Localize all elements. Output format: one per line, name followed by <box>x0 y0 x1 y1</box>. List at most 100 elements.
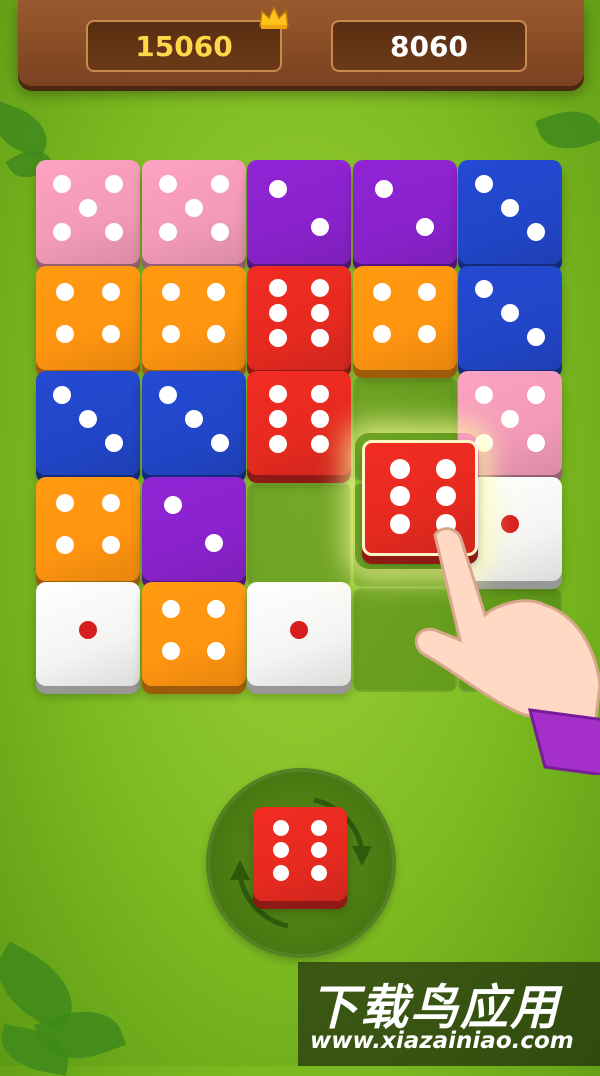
die-pip <box>210 433 229 452</box>
die-pip <box>527 328 545 347</box>
leaf-decoration <box>534 100 600 160</box>
die-pip <box>310 217 329 236</box>
die-pip <box>527 433 545 452</box>
die-pip <box>269 409 288 428</box>
die-pip <box>161 283 180 302</box>
die-pip <box>101 536 120 555</box>
dice-tile[interactable] <box>141 582 246 686</box>
die-pip <box>158 222 177 241</box>
die-pip <box>501 198 519 217</box>
die-pip <box>158 174 177 193</box>
die-pip <box>184 409 203 428</box>
die-pip <box>207 641 226 660</box>
next-dice-tile[interactable] <box>253 807 347 901</box>
die-pip <box>372 283 391 302</box>
die-pip <box>56 325 75 344</box>
dice-tile[interactable] <box>352 160 457 264</box>
dice-tile[interactable] <box>141 160 246 264</box>
dice-tile[interactable] <box>247 582 351 686</box>
die-pip <box>269 384 288 403</box>
die-pip <box>101 494 120 513</box>
die-pip <box>501 409 519 428</box>
die-pip <box>161 325 180 344</box>
die-pip <box>527 222 545 241</box>
die-pip <box>290 620 308 639</box>
dice-tile[interactable] <box>141 265 246 370</box>
die-pip <box>210 174 229 193</box>
die-pip <box>53 222 71 241</box>
die-pip <box>53 174 71 193</box>
dice-tile[interactable] <box>352 265 457 370</box>
die-pip <box>475 280 493 299</box>
die-pip <box>207 599 226 618</box>
dice-tile[interactable] <box>36 160 140 264</box>
die-pip <box>501 304 519 323</box>
die-pip <box>79 409 97 428</box>
die-pip <box>273 842 290 859</box>
die-pip <box>310 819 327 836</box>
die-pip <box>436 458 457 479</box>
die-pip <box>310 304 329 323</box>
die-pip <box>56 283 75 302</box>
dice-tile[interactable] <box>36 582 140 686</box>
watermark: 下载鸟应用 www.xiazainiao.com <box>298 962 600 1066</box>
die-pip <box>53 385 71 404</box>
die-pip <box>374 179 393 198</box>
die-pip <box>418 325 437 344</box>
dice-tile[interactable] <box>458 160 562 264</box>
die-pip <box>310 409 329 428</box>
die-pip <box>161 641 180 660</box>
die-pip <box>389 458 410 479</box>
dice-tile[interactable] <box>247 160 351 264</box>
watermark-url: www.xiazainiao.com <box>310 1028 574 1054</box>
die-pip <box>436 486 457 507</box>
die-pip <box>310 279 329 298</box>
die-pip <box>269 179 288 198</box>
dice-tile[interactable] <box>247 265 351 370</box>
crown-icon <box>259 5 289 29</box>
die-pip <box>158 385 177 404</box>
die-pip <box>527 385 545 404</box>
die-pip <box>184 198 203 217</box>
dice-tile[interactable] <box>458 265 562 370</box>
die-pip <box>418 283 437 302</box>
die-pip <box>416 217 435 236</box>
die-pip <box>79 620 97 639</box>
die-pip <box>475 174 493 193</box>
die-pip <box>163 496 182 515</box>
die-pip <box>269 279 288 298</box>
dice-tile[interactable] <box>36 265 140 370</box>
die-pip <box>310 329 329 348</box>
die-pip <box>79 198 97 217</box>
dice-tile[interactable] <box>141 476 246 581</box>
die-pip <box>161 599 180 618</box>
hand-pointer-icon <box>414 527 600 775</box>
die-pip <box>207 325 226 344</box>
die-pip <box>205 534 224 553</box>
dice-tile[interactable] <box>36 476 140 581</box>
die-pip <box>269 304 288 323</box>
best-score: 15060 <box>86 20 282 72</box>
die-pip <box>101 283 120 302</box>
die-pip <box>310 384 329 403</box>
die-pip <box>105 174 123 193</box>
die-pip <box>207 283 226 302</box>
dice-tile[interactable] <box>36 371 140 475</box>
die-pip <box>310 842 327 859</box>
die-pip <box>101 325 120 344</box>
dice-tile[interactable] <box>247 371 351 475</box>
die-pip <box>389 486 410 507</box>
die-pip <box>105 433 123 452</box>
die-pip <box>56 536 75 555</box>
current-score: 8060 <box>331 20 527 72</box>
die-pip <box>56 494 75 513</box>
die-pip <box>273 864 290 881</box>
empty-cell[interactable] <box>247 482 351 587</box>
die-pip <box>269 329 288 348</box>
die-pip <box>310 864 327 881</box>
die-pip <box>273 819 290 836</box>
die-pip <box>310 434 329 453</box>
die-pip <box>372 325 391 344</box>
die-pip <box>475 385 493 404</box>
dice-tile[interactable] <box>141 371 246 475</box>
